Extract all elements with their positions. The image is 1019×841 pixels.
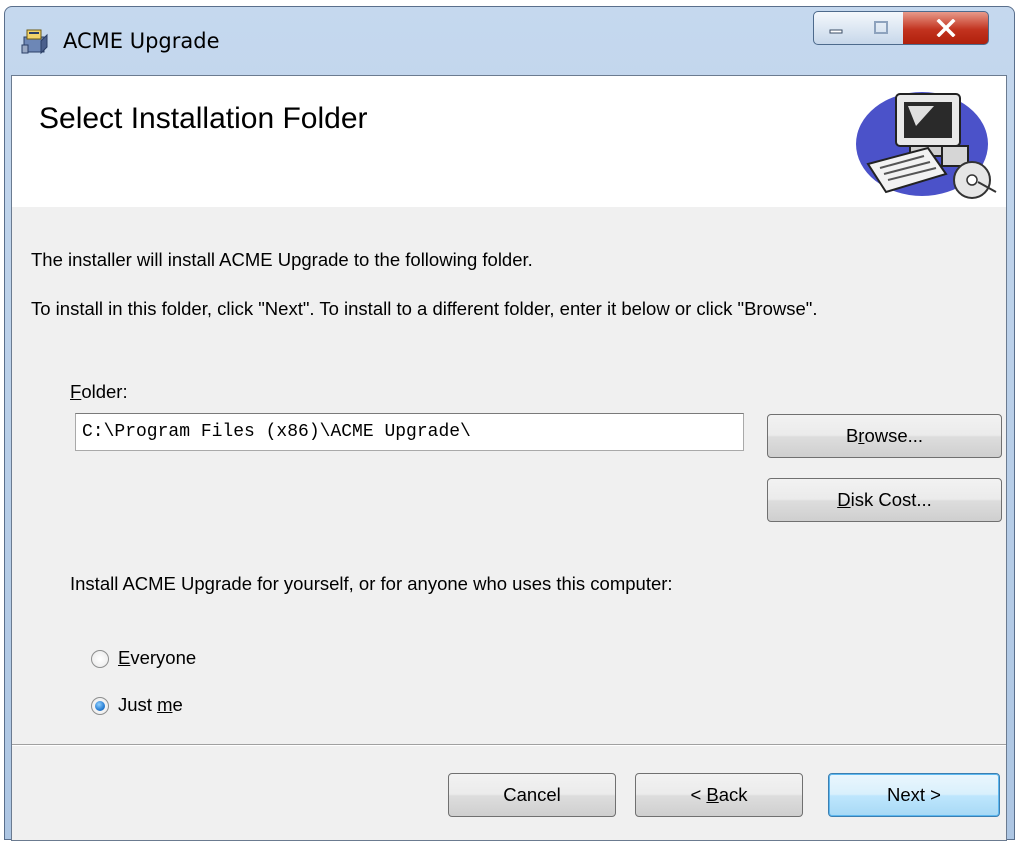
close-button[interactable] <box>903 11 989 45</box>
everyone-radio[interactable] <box>91 650 109 668</box>
dialog-content: Select Installation Folder The installer… <box>11 75 1007 841</box>
just-me-label-accel: m <box>157 694 173 715</box>
header-banner: Select Installation Folder <box>12 76 1006 207</box>
minimize-icon <box>829 29 843 34</box>
page-title: Select Installation Folder <box>39 102 368 135</box>
title-bar[interactable]: ACME Upgrade <box>5 7 1014 73</box>
window-title: ACME Upgrade <box>63 29 220 53</box>
close-icon <box>936 19 955 37</box>
back-button[interactable]: < Back <box>635 773 803 817</box>
browse-button[interactable]: Br owse... <box>767 414 1002 458</box>
everyone-label-rest: veryone <box>130 647 197 668</box>
computer-cd-icon <box>856 92 997 199</box>
folder-label-accel: F <box>70 381 82 402</box>
next-button[interactable]: Next > <box>828 773 1000 817</box>
disk-cost-label-accel: D <box>837 489 851 510</box>
intro-text: The installer will install ACME Upgrade … <box>31 249 533 270</box>
back-label-post: ack <box>718 784 748 805</box>
just-me-label[interactable]: Just me <box>118 694 183 716</box>
cancel-button[interactable]: Cancel <box>448 773 616 817</box>
maximize-button[interactable] <box>858 11 904 45</box>
disk-cost-label-rest: isk Cost... <box>850 489 932 510</box>
just-me-radio[interactable] <box>91 697 109 715</box>
browse-label-post: owse... <box>864 425 924 446</box>
just-me-label-pre: Just <box>118 694 158 715</box>
disk-cost-button[interactable]: Disk Cost... <box>767 478 1002 522</box>
everyone-label[interactable]: Everyone <box>118 647 196 669</box>
browse-label-pre: B <box>845 425 859 446</box>
folder-label-rest: older: <box>81 381 128 402</box>
footer-divider-highlight <box>12 745 1006 746</box>
folder-path-input[interactable]: C:\Program Files (x86)\ACME Upgrade\ <box>75 413 744 451</box>
install-for-question: Install ACME Upgrade for yourself, or fo… <box>70 573 673 594</box>
everyone-label-accel: E <box>118 647 131 668</box>
installer-box-icon <box>21 29 48 55</box>
banner-separator <box>12 206 1006 207</box>
just-me-label-rest: e <box>172 694 183 715</box>
minimize-button[interactable] <box>813 11 859 45</box>
back-label-accel: B <box>706 784 719 805</box>
back-label-pre: < <box>690 784 707 805</box>
installer-window: ACME Upgrade Select Installation Folder <box>4 6 1015 841</box>
instruction-text: To install in this folder, click "Next".… <box>31 298 818 319</box>
maximize-icon <box>873 21 888 34</box>
folder-label: Folder: <box>70 381 128 403</box>
